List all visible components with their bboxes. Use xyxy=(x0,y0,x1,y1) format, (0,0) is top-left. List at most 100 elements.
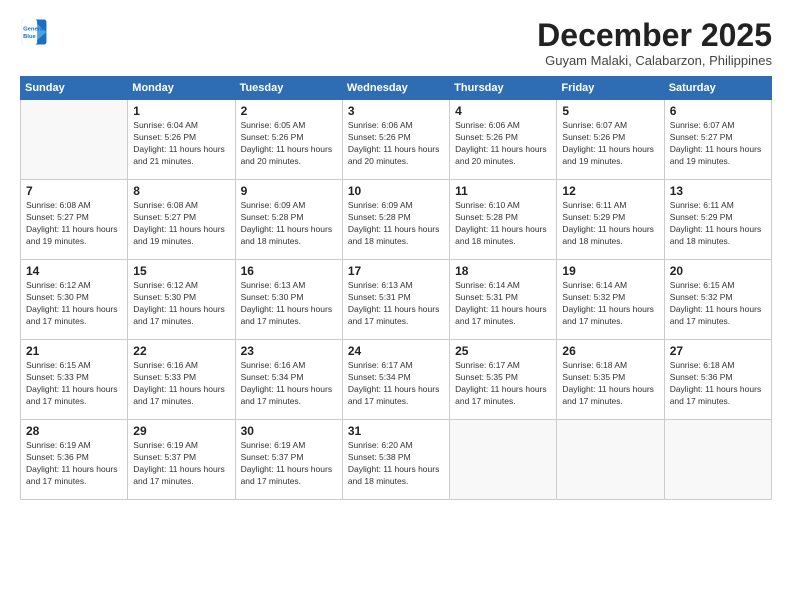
calendar-cell: 10Sunrise: 6:09 AMSunset: 5:28 PMDayligh… xyxy=(342,180,449,260)
calendar-cell: 14Sunrise: 6:12 AMSunset: 5:30 PMDayligh… xyxy=(21,260,128,340)
day-number: 20 xyxy=(670,264,766,278)
col-sunday: Sunday xyxy=(21,77,128,100)
daylight-label: Daylight: 11 hours hours xyxy=(455,144,551,156)
sunrise-text: Sunrise: 6:16 AM xyxy=(133,360,229,372)
calendar-cell: 26Sunrise: 6:18 AMSunset: 5:35 PMDayligh… xyxy=(557,340,664,420)
calendar-cell xyxy=(664,420,771,500)
sunset-text: Sunset: 5:26 PM xyxy=(455,132,551,144)
day-info: Sunrise: 6:08 AMSunset: 5:27 PMDaylight:… xyxy=(26,200,122,248)
sunrise-text: Sunrise: 6:05 AM xyxy=(241,120,337,132)
calendar-cell: 24 Sunrise: 6:17 AMSunset: 5:34 PMDayligh… xyxy=(342,340,449,420)
sunset-text: Sunset: 5:34 PM xyxy=(241,372,337,384)
calendar-cell: 5 Sunrise: 6:07 AMSunset: 5:26 PMDaylight… xyxy=(557,100,664,180)
sunset-text: Sunset: 5:30 PM xyxy=(133,292,229,304)
calendar-table: Sunday Monday Tuesday Wednesday Thursday… xyxy=(20,76,772,500)
calendar-cell: 12Sunrise: 6:11 AMSunset: 5:29 PMDayligh… xyxy=(557,180,664,260)
sunset-text: Sunset: 5:37 PM xyxy=(241,452,337,464)
day-number: 5 xyxy=(562,104,658,118)
daylight-minutes: and 19 minutes. xyxy=(670,156,766,168)
day-info: Sunrise: 6:17 AMSunset: 5:34 PMDaylight:… xyxy=(348,360,444,408)
day-number: 22 xyxy=(133,344,229,358)
col-tuesday: Tuesday xyxy=(235,77,342,100)
day-number: 26 xyxy=(562,344,658,358)
daylight-minutes: and 17 minutes. xyxy=(670,316,766,328)
day-info: Sunrise: 6:19 AMSunset: 5:37 PMDaylight:… xyxy=(133,440,229,488)
daylight-label: Daylight: 11 hours hours xyxy=(562,304,658,316)
day-number: 3 xyxy=(348,104,444,118)
sunrise-text: Sunrise: 6:08 AM xyxy=(26,200,122,212)
daylight-label: Daylight: 11 hours hours xyxy=(562,384,658,396)
daylight-minutes: and 19 minutes. xyxy=(562,156,658,168)
day-number: 24 xyxy=(348,344,444,358)
daylight-minutes: and 20 minutes. xyxy=(241,156,337,168)
daylight-minutes: and 17 minutes. xyxy=(670,396,766,408)
sunrise-text: Sunrise: 6:15 AM xyxy=(26,360,122,372)
calendar-cell: 30Sunrise: 6:19 AMSunset: 5:37 PMDayligh… xyxy=(235,420,342,500)
daylight-label: Daylight: 11 hours hours xyxy=(133,384,229,396)
day-number: 14 xyxy=(26,264,122,278)
daylight-label: Daylight: 11 hours hours xyxy=(562,144,658,156)
sunset-text: Sunset: 5:34 PM xyxy=(348,372,444,384)
day-info: Sunrise: 6:18 AMSunset: 5:36 PMDaylight:… xyxy=(670,360,766,408)
day-number: 31 xyxy=(348,424,444,438)
calendar-cell: 21Sunrise: 6:15 AMSunset: 5:33 PMDayligh… xyxy=(21,340,128,420)
calendar-cell xyxy=(450,420,557,500)
day-info: Sunrise: 6:16 AMSunset: 5:33 PMDaylight:… xyxy=(133,360,229,408)
daylight-minutes: and 18 minutes. xyxy=(348,236,444,248)
sunset-text: Sunset: 5:27 PM xyxy=(670,132,766,144)
day-number: 10 xyxy=(348,184,444,198)
daylight-label: Daylight: 11 hours hours xyxy=(241,224,337,236)
calendar-cell: 23Sunrise: 6:16 AMSunset: 5:34 PMDayligh… xyxy=(235,340,342,420)
day-info: Sunrise: 6:07 AMSunset: 5:26 PMDaylight:… xyxy=(562,120,658,168)
sunrise-text: Sunrise: 6:15 AM xyxy=(670,280,766,292)
daylight-label: Daylight: 11 hours hours xyxy=(670,144,766,156)
sunset-text: Sunset: 5:32 PM xyxy=(562,292,658,304)
daylight-label: Daylight: 11 hours hours xyxy=(348,384,444,396)
header: General Blue December 2025 Guyam Malaki,… xyxy=(20,18,772,68)
daylight-label: Daylight: 11 hours hours xyxy=(26,224,122,236)
day-info: Sunrise: 6:07 AMSunset: 5:27 PMDaylight:… xyxy=(670,120,766,168)
calendar-cell: 17Sunrise: 6:13 AMSunset: 5:31 PMDayligh… xyxy=(342,260,449,340)
daylight-minutes: and 19 minutes. xyxy=(26,236,122,248)
week-row-1: 7 Sunrise: 6:08 AMSunset: 5:27 PMDaylight… xyxy=(21,180,772,260)
day-info: Sunrise: 6:19 AMSunset: 5:37 PMDaylight:… xyxy=(241,440,337,488)
calendar-cell: 16Sunrise: 6:13 AMSunset: 5:30 PMDayligh… xyxy=(235,260,342,340)
daylight-label: Daylight: 11 hours hours xyxy=(26,464,122,476)
sunset-text: Sunset: 5:33 PM xyxy=(26,372,122,384)
calendar-cell: 9Sunrise: 6:09 AMSunset: 5:28 PMDaylight… xyxy=(235,180,342,260)
sunset-text: Sunset: 5:35 PM xyxy=(562,372,658,384)
daylight-label: Daylight: 11 hours hours xyxy=(133,464,229,476)
sunrise-text: Sunrise: 6:08 AM xyxy=(133,200,229,212)
daylight-label: Daylight: 11 hours hours xyxy=(348,224,444,236)
month-title: December 2025 xyxy=(537,18,772,53)
daylight-minutes: and 17 minutes. xyxy=(26,396,122,408)
sunset-text: Sunset: 5:26 PM xyxy=(348,132,444,144)
calendar-cell: 18Sunrise: 6:14 AMSunset: 5:31 PMDayligh… xyxy=(450,260,557,340)
day-number: 12 xyxy=(562,184,658,198)
day-number: 18 xyxy=(455,264,551,278)
week-row-3: 21Sunrise: 6:15 AMSunset: 5:33 PMDayligh… xyxy=(21,340,772,420)
calendar-cell: 4Sunrise: 6:06 AMSunset: 5:26 PMDaylight… xyxy=(450,100,557,180)
day-number: 19 xyxy=(562,264,658,278)
sunrise-text: Sunrise: 6:17 AM xyxy=(455,360,551,372)
sunrise-text: Sunrise: 6:19 AM xyxy=(26,440,122,452)
sunset-text: Sunset: 5:30 PM xyxy=(241,292,337,304)
calendar-cell: 20Sunrise: 6:15 AMSunset: 5:32 PMDayligh… xyxy=(664,260,771,340)
sunrise-text: Sunrise: 6:19 AM xyxy=(133,440,229,452)
daylight-label: Daylight: 11 hours hours xyxy=(348,304,444,316)
calendar-cell: 15Sunrise: 6:12 AMSunset: 5:30 PMDayligh… xyxy=(128,260,235,340)
daylight-minutes: and 20 minutes. xyxy=(455,156,551,168)
daylight-minutes: and 18 minutes. xyxy=(562,236,658,248)
day-number: 13 xyxy=(670,184,766,198)
daylight-label: Daylight: 11 hours hours xyxy=(455,384,551,396)
col-saturday: Saturday xyxy=(664,77,771,100)
sunrise-text: Sunrise: 6:18 AM xyxy=(670,360,766,372)
col-thursday: Thursday xyxy=(450,77,557,100)
day-number: 7 xyxy=(26,184,122,198)
calendar-cell xyxy=(557,420,664,500)
sunset-text: Sunset: 5:29 PM xyxy=(562,212,658,224)
day-info: Sunrise: 6:06 AMSunset: 5:26 PMDaylight:… xyxy=(455,120,551,168)
daylight-minutes: and 18 minutes. xyxy=(455,236,551,248)
daylight-label: Daylight: 11 hours hours xyxy=(133,304,229,316)
sunrise-text: Sunrise: 6:11 AM xyxy=(562,200,658,212)
